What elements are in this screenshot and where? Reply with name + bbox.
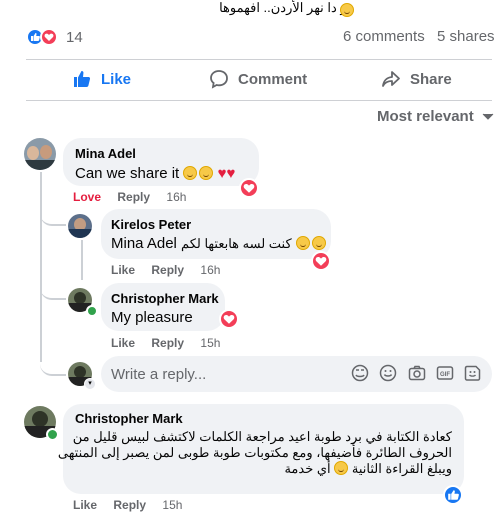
sticker-icon[interactable] [464,364,482,382]
comment-text-line: ويبلغ القراءة الثانية أي خدمة [284,461,452,476]
blush-emoji-icon [295,236,310,250]
timestamp[interactable]: 15h [200,336,220,350]
comment-button[interactable]: Comment [209,69,307,89]
chevron-down-icon[interactable]: ▾ [84,378,96,390]
divider [26,100,492,101]
like-link[interactable]: Like [73,498,97,512]
timestamp[interactable]: 15h [162,498,182,512]
comment-text-line: كعادة الكتابة في برد طوبة اعيد مراجعة ال… [72,429,452,444]
love-reaction-icon [40,28,58,46]
smile-emoji-icon [334,461,349,475]
avatar[interactable] [24,138,56,170]
thread-connector [40,360,66,376]
thread-line [40,172,42,202]
reply-link[interactable]: Reply [151,263,184,277]
laugh-emoji-icon [311,236,326,250]
comment-meta: Like Reply 15h [111,336,220,350]
like-link[interactable]: Like [111,263,135,277]
shares-count[interactable]: 5 shares [437,28,495,45]
comment-bubble: Christopher Mark كعادة الكتابة في برد طو… [57,404,464,494]
caption-text: هو دا نهر الأردن.. افهموها [219,0,354,15]
comment-icon [210,70,228,89]
reply-input[interactable]: Write a reply... [101,356,492,392]
post-caption: هو دا نهر الأردن.. افهموها [219,0,354,16]
thread-line [40,200,42,362]
thread-connector [40,210,66,226]
like-reaction-icon[interactable] [443,485,463,505]
grin-emoji-icon [183,166,198,180]
comment-text-line: الحروف الطائرة فأضيفها، ومع مكتوبات طوبة… [57,445,452,460]
comment-bubble: Mina Adel Can we share it ♥♥ [63,138,259,186]
comment-meta: Love Reply 16h [73,190,186,204]
reply-link[interactable]: Reply [113,498,146,512]
like-label: Like [101,70,132,88]
online-status-dot [86,305,98,317]
camera-icon[interactable] [408,364,426,382]
online-status-dot [46,428,59,441]
svg-text:GIF: GIF [440,372,450,378]
share-label: Share [410,70,452,88]
grin-emoji-icon [199,166,214,180]
thread-line [81,240,83,280]
love-reaction-icon[interactable] [311,251,331,271]
avatar-sticker-icon[interactable] [351,364,369,382]
comment-meta: Like Reply 16h [111,263,220,277]
comment-bubble: Kirelos Peter Mina Adel كنت لسه هابعتها … [101,209,331,259]
comments-count[interactable]: 6 comments [343,28,425,45]
like-link[interactable]: Like [111,336,135,350]
love-reaction-link[interactable]: Love [73,190,101,204]
gif-icon[interactable]: GIF [436,364,454,382]
like-button[interactable]: Like [72,69,131,89]
reply-link[interactable]: Reply [117,190,150,204]
red-heart-icon: ♥ [226,165,236,182]
comment-author[interactable]: Mina Adel [75,146,247,161]
emoji-icon[interactable] [379,364,397,382]
smile-emoji-icon [340,3,354,17]
avatar[interactable] [68,214,92,238]
sort-dropdown[interactable]: Most relevant [377,108,494,125]
sort-label: Most relevant [377,108,474,125]
comment-text: كعادة الكتابة في برد طوبة اعيد مراجعة ال… [57,429,452,477]
comment-text: My pleasure [111,309,193,326]
reply-placeholder: Write a reply... [111,366,207,383]
comment-text: Can we share it ♥♥ [75,165,236,182]
comment-author[interactable]: Christopher Mark [111,291,219,306]
timestamp[interactable]: 16h [200,263,220,277]
mention-link[interactable]: Mina Adel [111,235,177,252]
thread-connector [40,284,66,300]
comment-author[interactable]: Kirelos Peter [111,217,321,232]
reply-link[interactable]: Reply [151,336,184,350]
reactions-summary[interactable]: 14 [26,28,96,48]
love-reaction-icon[interactable] [239,178,259,198]
love-reaction-icon[interactable] [219,309,239,329]
share-button[interactable]: Share [381,69,452,89]
share-icon [382,71,400,87]
thumbs-up-icon [74,71,91,87]
comment-author[interactable]: Christopher Mark [75,411,452,426]
chevron-down-icon [482,113,494,120]
comment-meta: Like Reply 15h [73,498,182,512]
comment-text: Mina Adel كنت لسه هابعتها لكم [111,235,326,252]
comment-label: Comment [238,70,308,88]
divider [26,59,492,60]
timestamp[interactable]: 16h [166,190,186,204]
comment-bubble: Christopher Mark My pleasure [101,283,225,331]
reaction-count: 14 [66,29,83,46]
